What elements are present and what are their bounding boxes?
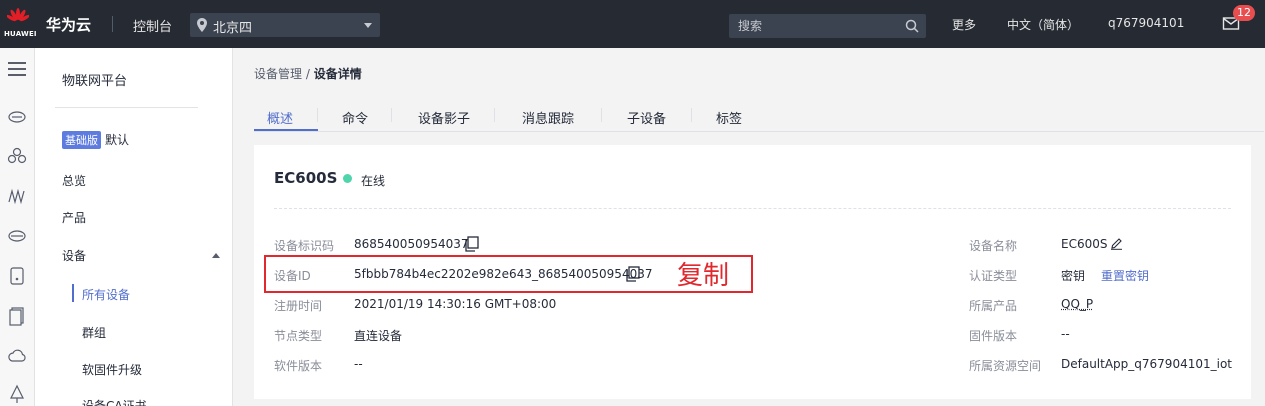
status-badge: 在线 (361, 174, 386, 188)
wave-icon[interactable] (7, 186, 27, 206)
field-label-node-type: 节点类型 (274, 329, 323, 343)
huawei-logo-text: HUAWEI (4, 30, 37, 38)
field-label-software-version: 软件版本 (274, 359, 323, 373)
field-value-firmware-version: -- (1061, 327, 1070, 341)
tab-bar (254, 104, 1264, 132)
dashed-divider (274, 208, 1231, 209)
sidebar-item-devices[interactable]: 设备 (62, 247, 86, 264)
copy-annotation: 复制 (677, 261, 730, 291)
more-menu[interactable]: 更多 (952, 16, 976, 33)
breadcrumb-separator: / (305, 67, 310, 81)
tree-icon[interactable] (7, 384, 27, 404)
sidebar-item-overview[interactable]: 总览 (62, 172, 86, 189)
cloud-monitor-icon[interactable] (7, 346, 27, 366)
copy-icon[interactable] (463, 236, 480, 253)
mail-count-badge: 12 (1233, 5, 1255, 21)
breadcrumb-current: 设备详情 (313, 67, 362, 81)
location-pin-icon (197, 18, 207, 32)
tab-divider (691, 108, 692, 122)
tab-divider (601, 108, 602, 122)
field-value-software-version: -- (354, 357, 363, 371)
divider (112, 16, 113, 32)
network-icon[interactable] (7, 146, 27, 166)
field-value-registration-time: 2021/01/19 14:30:16 GMT+08:00 (354, 297, 557, 311)
reset-secret-link[interactable]: 重置密钥 (1101, 267, 1149, 284)
sidebar-title: 物联网平台 (62, 74, 128, 89)
chevron-down-icon (364, 23, 372, 28)
chevron-up-icon[interactable] (212, 253, 220, 258)
sidebar-item-products[interactable]: 产品 (62, 209, 86, 226)
search-input[interactable] (729, 14, 899, 38)
search-box[interactable] (729, 14, 926, 38)
breadcrumb: 设备管理 / 设备详情 (254, 65, 362, 82)
sidebar-item-ca-certificates[interactable]: 设备CA证书 (82, 397, 147, 406)
field-value-auth-type: 密钥 (1061, 269, 1086, 283)
field-value-node-type: 直连设备 (354, 329, 403, 343)
sidebar-item-firmware-upgrade[interactable]: 软固件升级 (82, 361, 142, 378)
field-label-device-identifier: 设备标识码 (274, 239, 335, 253)
database-icon[interactable] (7, 226, 27, 246)
field-label-resource-space: 所属资源空间 (969, 359, 1042, 373)
breadcrumb-parent[interactable]: 设备管理 (254, 67, 302, 81)
tab-divider (391, 108, 392, 122)
huawei-logo[interactable]: HUAWEI (0, 0, 37, 48)
region-selector[interactable]: 北京四 (190, 13, 380, 37)
huawei-petals-icon (7, 8, 29, 22)
field-value-device-identifier: 868540050954037 (354, 237, 469, 251)
device-icon[interactable] (7, 266, 27, 286)
hamburger-menu-icon[interactable] (6, 58, 28, 80)
service-icon-rail (0, 48, 35, 406)
field-label-firmware-version: 固件版本 (969, 329, 1018, 343)
top-bar: HUAWEI 华为云 控制台 北京四 更多 中文（简体） q767904101 … (0, 0, 1265, 48)
active-indicator (72, 284, 74, 302)
search-icon[interactable] (905, 19, 919, 33)
sidebar-item-all-devices[interactable]: 所有设备 (82, 286, 130, 303)
sidebar: 物联网平台 基础版 默认 总览 产品 设备 所有设备 群组 软固件升级 设备CA证… (35, 48, 233, 406)
user-account[interactable]: q767904101 (1108, 16, 1184, 30)
product-link[interactable]: QQ_P (1061, 297, 1093, 311)
field-label-auth-type: 认证类型 (969, 269, 1018, 283)
brand-title[interactable]: 华为云 (46, 14, 91, 35)
version-tag: 基础版 (62, 131, 101, 149)
device-title: EC600S (274, 169, 338, 187)
active-tab-underline (254, 129, 318, 131)
tab-divider (317, 108, 318, 122)
tab-child-devices[interactable]: 子设备 (627, 108, 666, 127)
field-label-registration-time: 注册时间 (274, 299, 323, 313)
version-switch[interactable]: 基础版 默认 (62, 131, 129, 149)
field-value-device-name: EC600S (1061, 237, 1108, 251)
tab-overview[interactable]: 概述 (267, 108, 293, 127)
tab-divider (494, 108, 495, 122)
console-link[interactable]: 控制台 (133, 16, 172, 35)
sidebar-divider (55, 107, 198, 108)
field-label-product: 所属产品 (969, 299, 1018, 313)
tab-message-trace[interactable]: 消息跟踪 (522, 108, 574, 127)
region-label: 北京四 (213, 21, 253, 36)
tab-device-shadow[interactable]: 设备影子 (418, 108, 470, 127)
tab-tags[interactable]: 标签 (716, 108, 742, 127)
tab-commands[interactable]: 命令 (342, 108, 368, 127)
cloud-server-icon[interactable] (7, 106, 27, 126)
version-default-label: 默认 (105, 133, 130, 147)
status-dot (343, 174, 352, 183)
document-icon[interactable] (7, 306, 27, 326)
sidebar-item-groups[interactable]: 群组 (82, 324, 106, 341)
field-label-device-name: 设备名称 (969, 239, 1018, 253)
edit-pencil-icon[interactable] (1110, 237, 1123, 250)
language-switch[interactable]: 中文（简体） (1007, 16, 1079, 33)
field-value-resource-space: DefaultApp_q767904101_iot (1061, 357, 1232, 371)
